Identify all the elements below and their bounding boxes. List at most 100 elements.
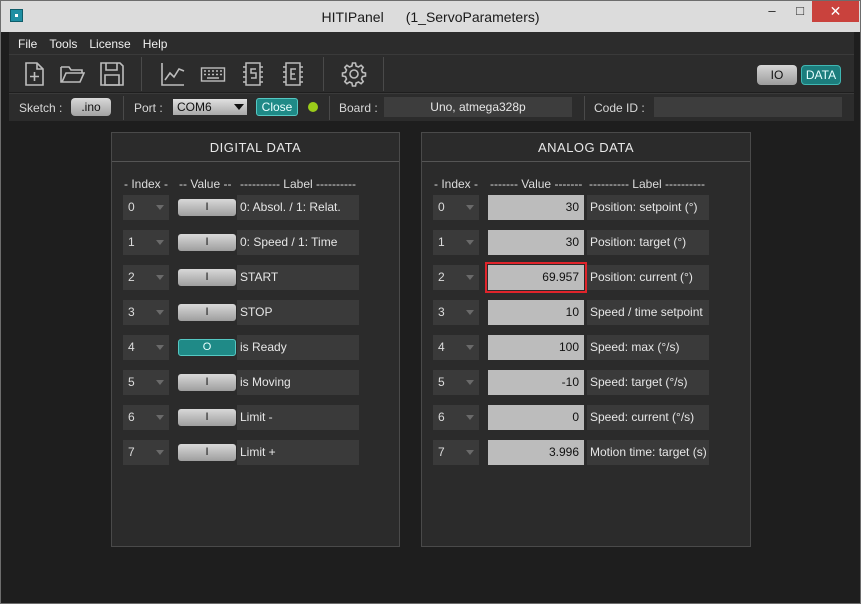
index-select[interactable]: 1 <box>123 230 169 255</box>
minimize-button[interactable]: – <box>758 1 786 22</box>
digital-toggle[interactable]: I <box>178 444 236 461</box>
io-view-button[interactable]: IO <box>757 65 797 85</box>
digital-label-field[interactable]: is Ready <box>237 335 359 360</box>
digital-toggle[interactable]: O <box>178 339 236 356</box>
close-window-button[interactable]: ✕ <box>812 1 859 22</box>
open-folder-icon[interactable] <box>59 61 85 87</box>
index-select[interactable]: 3 <box>123 300 169 325</box>
menu-tools[interactable]: Tools <box>40 32 80 51</box>
analog-value-field[interactable]: 30 <box>488 230 584 255</box>
digital-row: 7 I Limit + <box>112 440 399 465</box>
menu-license[interactable]: License <box>80 32 133 51</box>
analog-row: 6 0 Speed: current (°/s) <box>422 405 750 430</box>
index-value: 6 <box>128 410 135 424</box>
analog-value-field[interactable]: 3.996 <box>488 440 584 465</box>
analog-value-field[interactable]: 10 <box>488 300 584 325</box>
sketch-ino-button[interactable]: .ino <box>71 98 111 116</box>
analog-label-field[interactable]: Speed: current (°/s) <box>587 405 709 430</box>
digital-row: 6 I Limit - <box>112 405 399 430</box>
analog-panel-title: ANALOG DATA <box>422 133 750 162</box>
analog-value-field[interactable]: 30 <box>488 195 584 220</box>
index-select[interactable]: 7 <box>123 440 169 465</box>
digital-label-field[interactable]: STOP <box>237 300 359 325</box>
new-file-icon[interactable] <box>21 61 47 87</box>
board-field: Uno, atmega328p <box>384 97 572 117</box>
index-select[interactable]: 2 <box>433 265 479 290</box>
chevron-down-icon <box>156 380 164 385</box>
save-icon[interactable] <box>99 61 125 87</box>
digital-value-header: -- Value -- <box>179 177 232 191</box>
port-select[interactable]: COM6 <box>173 99 247 115</box>
analog-label-field[interactable]: Position: target (°) <box>587 230 709 255</box>
index-value: 3 <box>128 305 135 319</box>
menu-file[interactable]: File <box>9 32 40 51</box>
analog-row: 1 30 Position: target (°) <box>422 230 750 255</box>
status-separator <box>584 96 585 120</box>
chevron-down-icon <box>466 205 474 210</box>
port-value: COM6 <box>177 100 212 114</box>
index-value: 5 <box>438 375 445 389</box>
digital-label-field[interactable]: 0: Speed / 1: Time <box>237 230 359 255</box>
maximize-button[interactable]: □ <box>786 1 814 22</box>
analog-label-field[interactable]: Speed: max (°/s) <box>587 335 709 360</box>
index-select[interactable]: 7 <box>433 440 479 465</box>
index-select[interactable]: 6 <box>433 405 479 430</box>
digital-row: 0 I 0: Absol. / 1: Relat. <box>112 195 399 220</box>
chip-s-icon[interactable] <box>240 61 266 87</box>
digital-toggle[interactable]: I <box>178 269 236 286</box>
chevron-down-icon <box>466 310 474 315</box>
app-window: HITIPanel (1_ServoParameters) – □ ✕ File T… <box>0 0 861 604</box>
toolbar-separator <box>141 57 142 91</box>
digital-label-field[interactable]: START <box>237 265 359 290</box>
index-select[interactable]: 4 <box>433 335 479 360</box>
close-port-button[interactable]: Close <box>256 98 298 116</box>
index-select[interactable]: 0 <box>123 195 169 220</box>
chart-icon[interactable] <box>160 61 186 87</box>
sketch-label: Sketch : <box>19 101 63 115</box>
index-select[interactable]: 5 <box>123 370 169 395</box>
gear-icon[interactable] <box>341 61 367 87</box>
analog-row: 3 10 Speed / time setpoint <box>422 300 750 325</box>
analog-row: 7 3.996 Motion time: target (s) <box>422 440 750 465</box>
digital-label-field[interactable]: Limit + <box>237 440 359 465</box>
digital-label-field[interactable]: Limit - <box>237 405 359 430</box>
analog-value-field[interactable]: 0 <box>488 405 584 430</box>
digital-toggle[interactable]: I <box>178 409 236 426</box>
digital-toggle[interactable]: I <box>178 304 236 321</box>
digital-toggle[interactable]: I <box>178 374 236 391</box>
analog-label-field[interactable]: Speed: target (°/s) <box>587 370 709 395</box>
index-select[interactable]: 4 <box>123 335 169 360</box>
chevron-down-icon <box>466 415 474 420</box>
index-select[interactable]: 3 <box>433 300 479 325</box>
analog-label-field[interactable]: Motion time: target (s) <box>587 440 709 465</box>
keyboard-icon[interactable] <box>200 61 226 87</box>
connection-bar: Sketch : .ino Port : COM6 Close Board : … <box>9 93 854 121</box>
analog-label-field[interactable]: Position: setpoint (°) <box>587 195 709 220</box>
chip-e-icon[interactable] <box>280 61 306 87</box>
digital-label-field[interactable]: 0: Absol. / 1: Relat. <box>237 195 359 220</box>
data-view-button[interactable]: DATA <box>801 65 841 85</box>
index-select[interactable]: 2 <box>123 265 169 290</box>
analog-index-header: - Index - <box>434 177 479 191</box>
index-select[interactable]: 6 <box>123 405 169 430</box>
index-select[interactable]: 0 <box>433 195 479 220</box>
digital-label-field[interactable]: is Moving <box>237 370 359 395</box>
analog-label-field[interactable]: Speed / time setpoint <box>587 300 709 325</box>
chevron-down-icon <box>466 240 474 245</box>
sketch-name: (1_ServoParameters) <box>405 9 540 25</box>
index-select[interactable]: 1 <box>433 230 479 255</box>
menu-help[interactable]: Help <box>134 32 171 51</box>
analog-value-field[interactable]: -10 <box>488 370 584 395</box>
analog-value-field[interactable]: 100 <box>488 335 584 360</box>
chevron-down-icon <box>156 415 164 420</box>
menu-bar: File Tools License Help <box>9 32 854 54</box>
index-value: 2 <box>438 270 445 284</box>
analog-label-field[interactable]: Position: current (°) <box>587 265 709 290</box>
title-bar: HITIPanel (1_ServoParameters) – □ ✕ <box>1 1 860 32</box>
index-value: 6 <box>438 410 445 424</box>
digital-toggle[interactable]: I <box>178 199 236 216</box>
digital-label-header: ---------- Label ---------- <box>240 177 356 191</box>
index-select[interactable]: 5 <box>433 370 479 395</box>
analog-value-field-highlighted[interactable]: 69.957 <box>485 262 587 293</box>
digital-toggle[interactable]: I <box>178 234 236 251</box>
